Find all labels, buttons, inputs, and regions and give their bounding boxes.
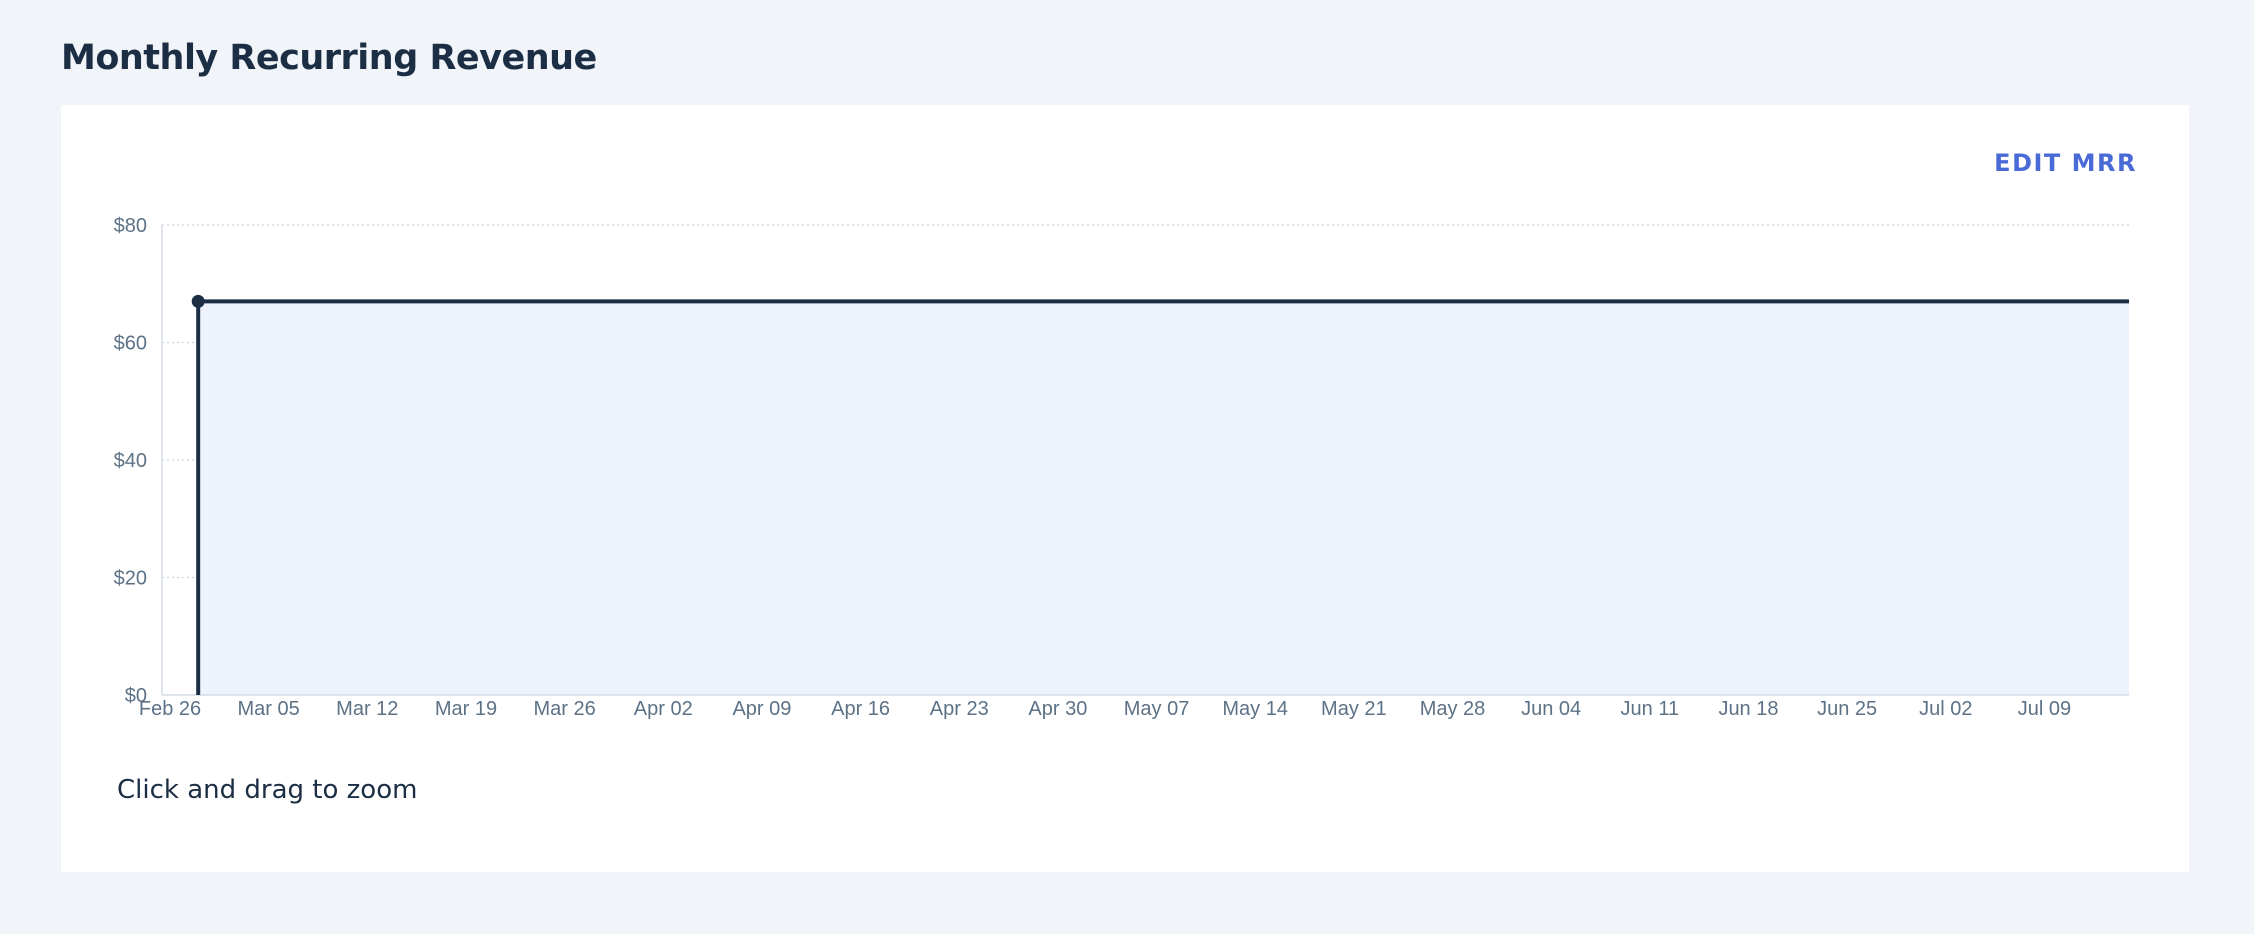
area-fill (198, 301, 2130, 695)
x-tick-label: May 28 (1420, 698, 1486, 720)
x-tick-label: Jun 25 (1817, 698, 1877, 720)
page-title: Monthly Recurring Revenue (61, 38, 597, 78)
x-tick-label: May 21 (1321, 698, 1387, 720)
x-tick-label: Jun 18 (1718, 698, 1778, 720)
x-tick-label: Apr 02 (634, 698, 693, 720)
y-tick-label: $20 (114, 568, 147, 590)
y-tick-label: $80 (114, 215, 147, 237)
x-tick-label: May 14 (1222, 698, 1288, 720)
mrr-chart-card: EDIT MRR $0 $20 $40 $60 $80 Feb 26 Mar 05 Mar … (61, 105, 2189, 872)
zoom-hint: Click and drag to zoom (117, 775, 418, 805)
mrr-chart[interactable]: $0$20$40$60$80 Feb 26 Mar 05 Mar 12 Mar 19 M… (61, 105, 2189, 765)
x-axis-ticks: Feb 26 Mar 05 Mar 12 Mar 19 Mar 26 Apr 02 Apr … (139, 698, 2071, 720)
y-tick-label: $60 (114, 333, 147, 355)
x-tick-label: Mar 05 (238, 698, 300, 720)
data-point (191, 294, 205, 308)
area-fill-layer (198, 301, 2130, 695)
x-tick-label: Apr 09 (732, 698, 791, 720)
x-tick-label: Jun 04 (1521, 698, 1581, 720)
x-tick-label: Apr 23 (930, 698, 989, 720)
x-tick-label: Feb 26 (139, 698, 201, 720)
x-tick-label: Apr 16 (831, 698, 890, 720)
y-axis-ticks: $0$20$40$60$80 (114, 215, 147, 707)
x-tick-label: Apr 30 (1028, 698, 1087, 720)
x-tick-label: Mar 12 (336, 698, 398, 720)
x-tick-label: Jul 02 (1919, 698, 1972, 720)
x-tick-label: Mar 26 (533, 698, 595, 720)
x-tick-label: Jul 09 (2018, 698, 2071, 720)
y-tick-label: $40 (114, 450, 147, 472)
x-tick-label: Jun 11 (1621, 698, 1680, 720)
x-tick-label: May 07 (1124, 698, 1190, 720)
x-tick-label: Mar 19 (435, 698, 497, 720)
